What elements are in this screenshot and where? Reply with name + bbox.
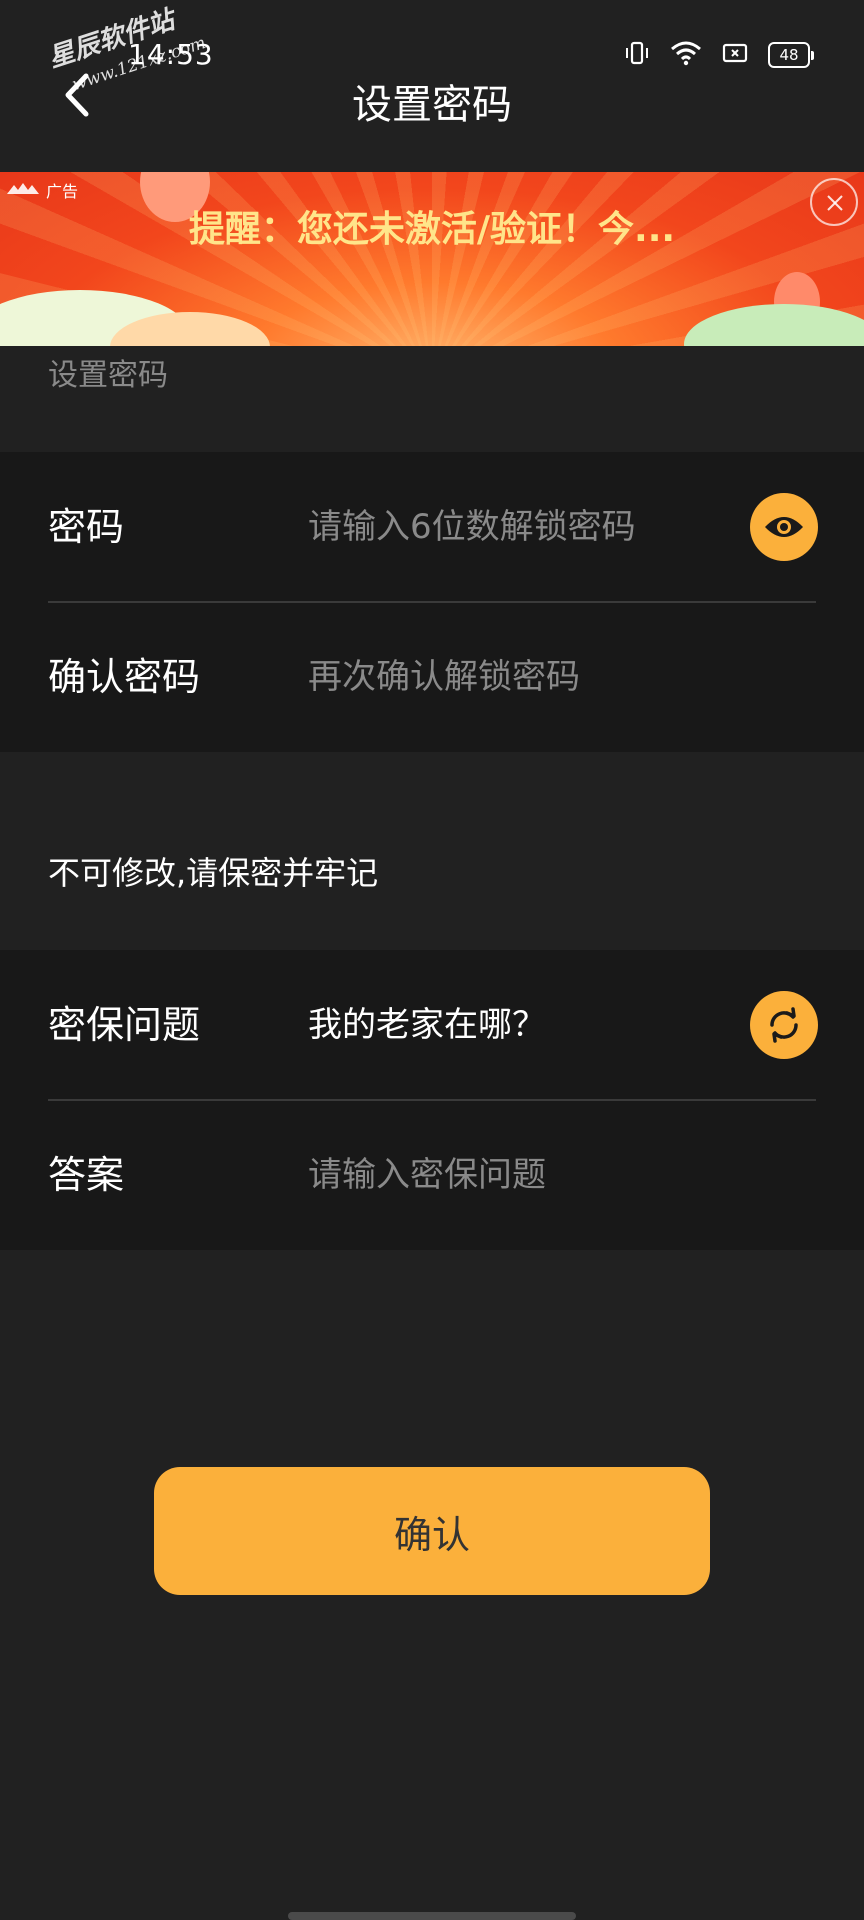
password-card: 密码 确认密码 [0,452,864,752]
home-indicator[interactable] [288,1912,576,1920]
answer-input[interactable] [308,1100,728,1250]
ad-label-text: 广告 [46,182,79,201]
question-label: 密保问题 [48,1003,201,1047]
password-label: 密码 [48,505,125,549]
confirm-password-row: 确认密码 [0,602,864,752]
wifi-icon [670,40,702,70]
status-time: 14:53 [128,38,214,71]
sim-icon [722,42,748,68]
ad-banner[interactable]: 广告 提醒：您还未激活/验证！今... [0,172,864,346]
password-row: 密码 [0,452,864,602]
refresh-icon[interactable] [750,991,818,1059]
ad-logo-icon [6,181,40,200]
answer-label: 答案 [48,1153,125,1197]
section-caption: 设置密码 [48,358,168,393]
vibrate-icon [624,40,650,70]
question-row: 密保问题 我的老家在哪？ [0,950,864,1100]
battery-icon: 48 [768,42,814,68]
ad-label: 广告 [6,178,78,202]
answer-row: 答案 [0,1100,864,1250]
eye-icon[interactable] [750,493,818,561]
note-text: 不可修改,请保密并牢记 [48,854,379,892]
status-icons: 48 [624,40,814,70]
ad-text: 提醒：您还未激活/验证！今... [188,209,676,250]
confirm-password-input[interactable] [308,602,728,752]
app-header: 星辰软件站 www.121xz.com 14:53 设置密码 48 [0,0,864,172]
confirm-password-label: 确认密码 [48,655,201,699]
close-icon[interactable] [810,178,858,226]
confirm-button[interactable]: 确认 [154,1467,710,1595]
page-title: 设置密码 [352,82,512,128]
password-input[interactable] [308,452,728,602]
question-value: 我的老家在哪？ [308,1005,546,1045]
security-card: 密保问题 我的老家在哪？ 答案 [0,950,864,1250]
screen: 星辰软件站 www.121xz.com 14:53 设置密码 48 广告 提醒：… [0,0,864,1920]
